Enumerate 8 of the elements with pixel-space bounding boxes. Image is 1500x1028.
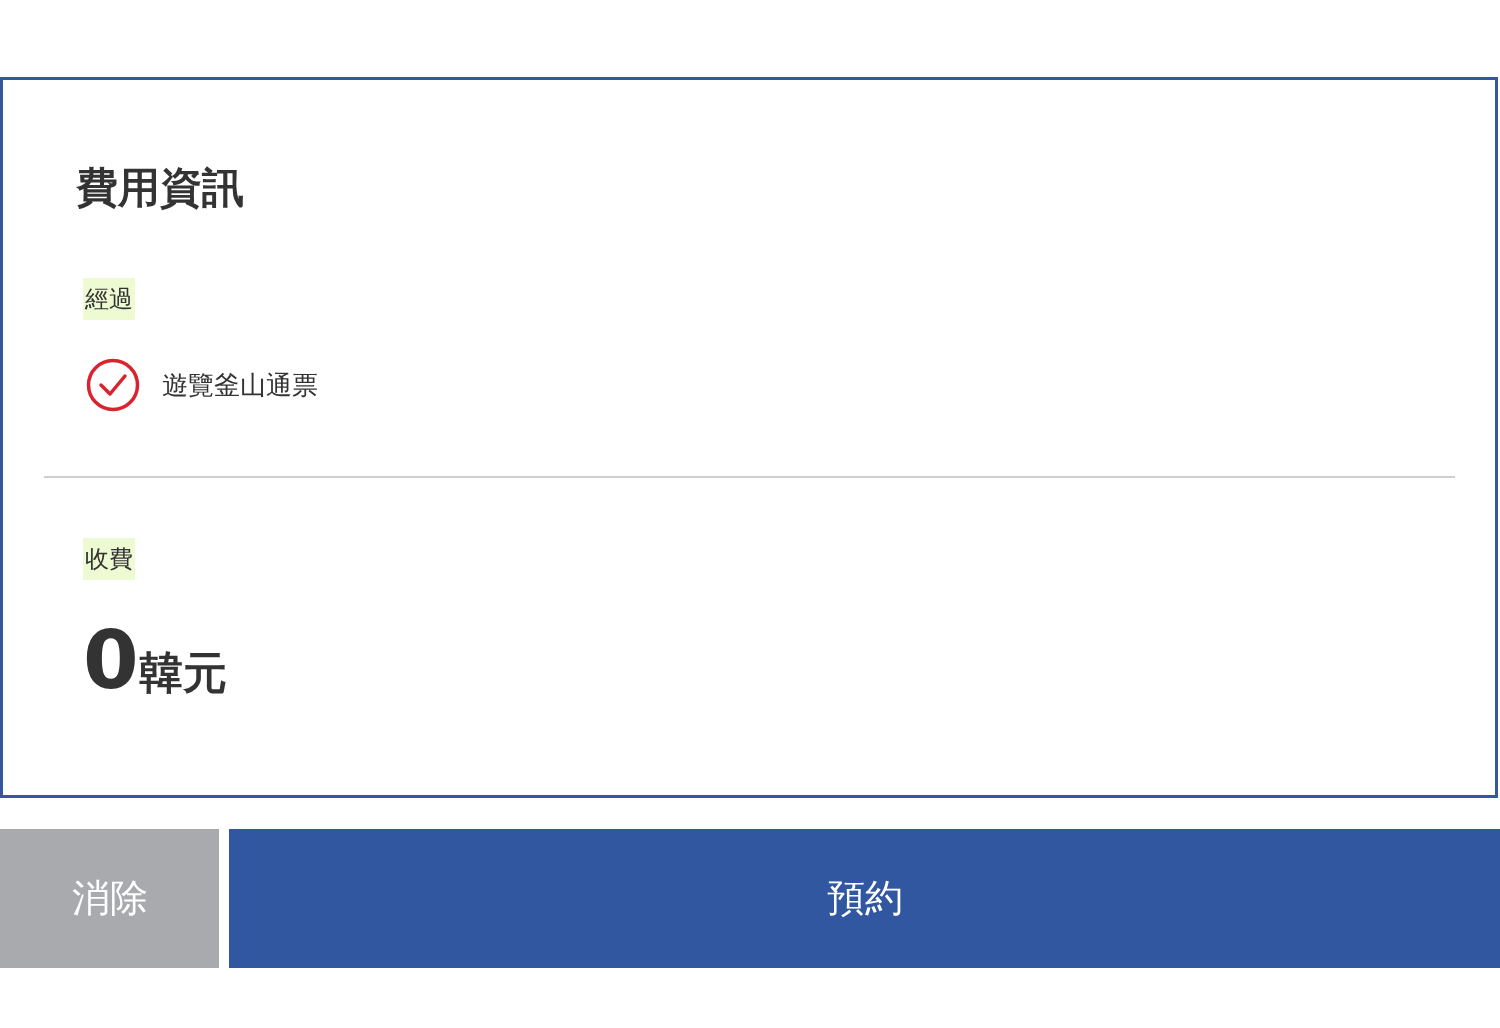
- section-label: 經過: [83, 278, 135, 320]
- section-label: 收費: [83, 538, 135, 580]
- fee-amount: 0: [83, 618, 139, 704]
- route-item-name: 遊覽釜山通票: [162, 368, 318, 402]
- currency-unit: 韓元: [138, 647, 227, 700]
- section-title: 費用資訊: [75, 162, 245, 214]
- check-circle-icon[interactable]: [86, 358, 140, 412]
- reserve-button[interactable]: 預約: [229, 829, 1500, 968]
